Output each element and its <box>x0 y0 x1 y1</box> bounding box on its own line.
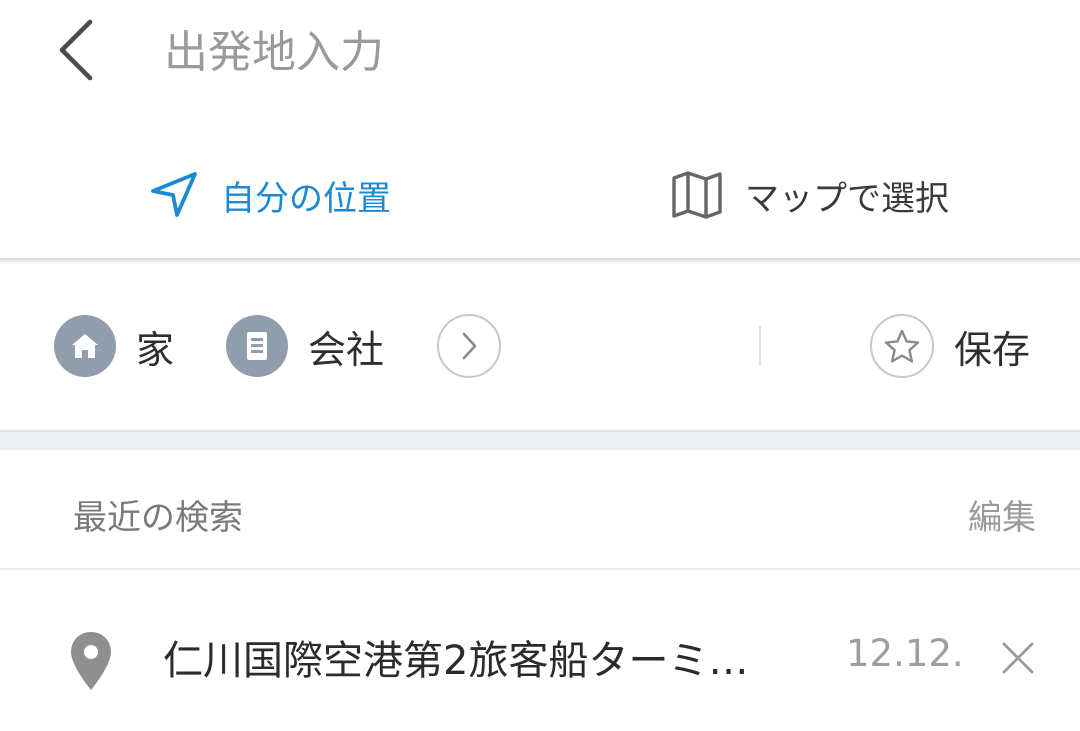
favorite-work-button[interactable]: 会社 <box>226 314 384 378</box>
chevron-left-icon <box>59 19 93 81</box>
departure-search-input[interactable] <box>164 18 1024 86</box>
departure-input-screen: 自分の位置 マップで選択 家 <box>0 0 1080 731</box>
star-icon <box>884 329 920 363</box>
chevron-right-icon <box>462 332 477 360</box>
recent-searches-title: 最近の検索 <box>73 498 243 538</box>
building-icon-circle <box>226 315 288 377</box>
navigation-arrow-icon <box>151 172 197 217</box>
favorite-home-label: 家 <box>136 327 175 372</box>
save-place-label: 保存 <box>954 327 1031 372</box>
section-separator <box>0 430 1080 450</box>
back-button[interactable] <box>44 14 108 86</box>
location-options: 自分の位置 マップで選択 <box>0 130 1080 260</box>
edit-recent-button[interactable]: 編集 <box>968 490 1036 539</box>
favorites-divider <box>759 326 761 366</box>
more-favorites-button[interactable] <box>437 314 501 378</box>
save-place-button[interactable]: 保存 <box>870 314 1030 378</box>
building-icon <box>247 332 267 360</box>
star-icon-circle <box>870 314 934 378</box>
map-icon <box>672 171 722 219</box>
search-header <box>0 0 1080 110</box>
close-icon <box>1002 642 1034 674</box>
recent-divider <box>0 568 1080 570</box>
favorite-home-button[interactable]: 家 <box>54 314 174 378</box>
home-icon <box>72 334 98 358</box>
recent-search-item[interactable]: 仁川国際空港第2旅客船ターミナル 12.12. <box>0 572 1080 731</box>
recent-item-date: 12.12. <box>846 632 964 675</box>
my-location-button[interactable]: 自分の位置 <box>0 130 540 260</box>
recent-searches-header: 最近の検索 編集 <box>0 450 1080 570</box>
select-on-map-label: マップで選択 <box>745 178 949 219</box>
remove-recent-button[interactable] <box>990 630 1046 686</box>
favorites-row: 家 会社 保存 <box>0 264 1080 430</box>
select-on-map-button[interactable]: マップで選択 <box>540 130 1080 260</box>
home-icon-circle <box>54 315 116 377</box>
recent-item-title: 仁川国際空港第2旅客船ターミナル <box>163 638 763 684</box>
location-pin-icon <box>71 632 111 690</box>
my-location-label: 自分の位置 <box>221 178 391 219</box>
favorite-work-label: 会社 <box>308 327 385 372</box>
